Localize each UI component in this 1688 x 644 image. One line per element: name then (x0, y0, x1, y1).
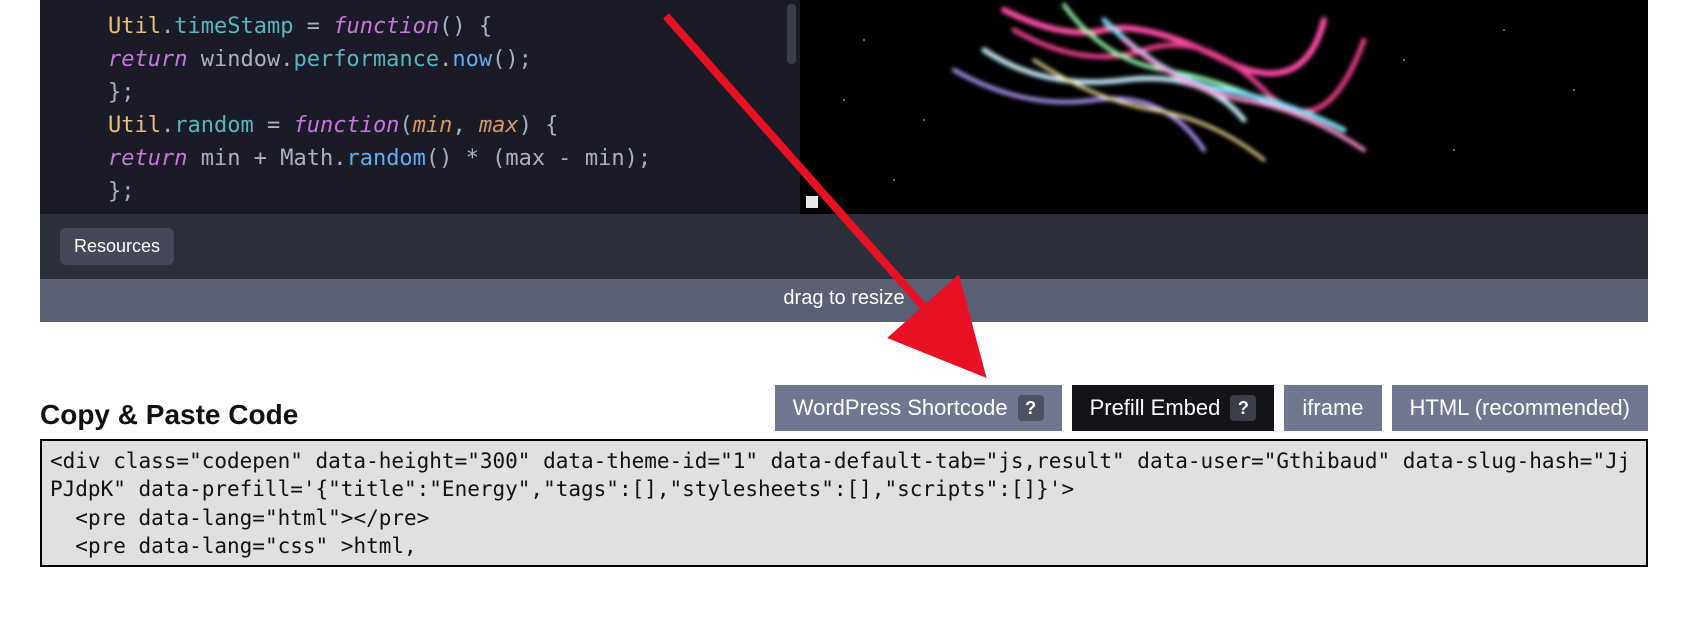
embed-container: Util.timeStamp = function() { return win… (40, 0, 1648, 322)
help-icon[interactable]: ? (1018, 395, 1044, 421)
copy-paste-section: Copy & Paste Code WordPress Shortcode ? … (40, 385, 1648, 567)
embed-tabs: WordPress Shortcode ? Prefill Embed ? if… (775, 385, 1648, 431)
code-editor-pane[interactable]: Util.timeStamp = function() { return win… (40, 0, 800, 214)
editor-toolbar: Resources (40, 214, 1648, 279)
embed-code-textarea[interactable]: <div class="codepen" data-height="300" d… (40, 439, 1648, 567)
copy-paste-title: Copy & Paste Code (40, 399, 298, 431)
editor-row: Util.timeStamp = function() { return win… (40, 0, 1648, 214)
drag-to-resize-bar[interactable]: drag to resize (40, 279, 1648, 322)
scrollbar-thumb[interactable] (787, 4, 796, 64)
tab-html-recommended[interactable]: HTML (recommended) (1392, 385, 1648, 431)
tab-prefill-embed[interactable]: Prefill Embed ? (1072, 385, 1275, 431)
resources-button[interactable]: Resources (60, 228, 174, 265)
particle-visualization (800, 0, 1648, 214)
resize-handle-icon[interactable] (806, 196, 818, 208)
preview-pane[interactable] (800, 0, 1648, 214)
tab-wordpress-shortcode[interactable]: WordPress Shortcode ? (775, 385, 1062, 431)
help-icon[interactable]: ? (1230, 395, 1256, 421)
tab-iframe[interactable]: iframe (1284, 385, 1381, 431)
code-token: Util (108, 14, 161, 39)
